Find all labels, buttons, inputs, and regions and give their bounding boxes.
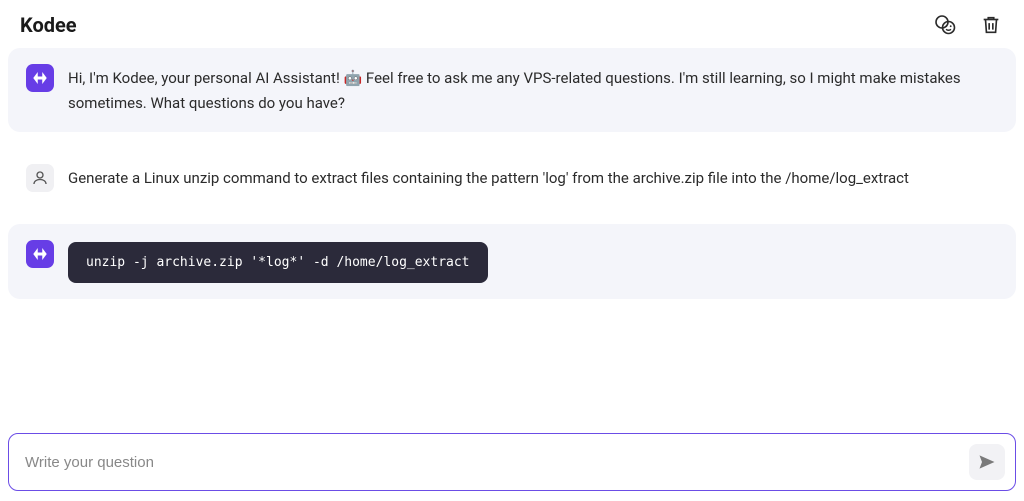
header-actions [932, 12, 1004, 38]
user-avatar-icon [26, 164, 54, 192]
bot-avatar-icon [26, 240, 54, 268]
header: Kodee [0, 0, 1024, 48]
message-assistant: unzip -j archive.zip '*log*' -d /home/lo… [8, 224, 1016, 299]
trash-icon[interactable] [978, 12, 1004, 38]
feedback-icon[interactable] [932, 12, 958, 38]
message-user: Generate a Linux unzip command to extrac… [8, 148, 1016, 208]
input-bar [8, 433, 1016, 491]
message-assistant: Hi, I'm Kodee, your personal AI Assistan… [8, 48, 1016, 132]
message-text: unzip -j archive.zip '*log*' -d /home/lo… [68, 240, 998, 283]
send-icon [977, 452, 997, 472]
message-text: Generate a Linux unzip command to extrac… [68, 164, 998, 191]
send-button[interactable] [969, 444, 1005, 480]
chat-area: Hi, I'm Kodee, your personal AI Assistan… [0, 48, 1024, 423]
message-text: Hi, I'm Kodee, your personal AI Assistan… [68, 64, 998, 116]
question-input[interactable] [25, 454, 959, 471]
bot-avatar-icon [26, 64, 54, 92]
code-block: unzip -j archive.zip '*log*' -d /home/lo… [68, 242, 488, 283]
page-title: Kodee [20, 13, 77, 37]
